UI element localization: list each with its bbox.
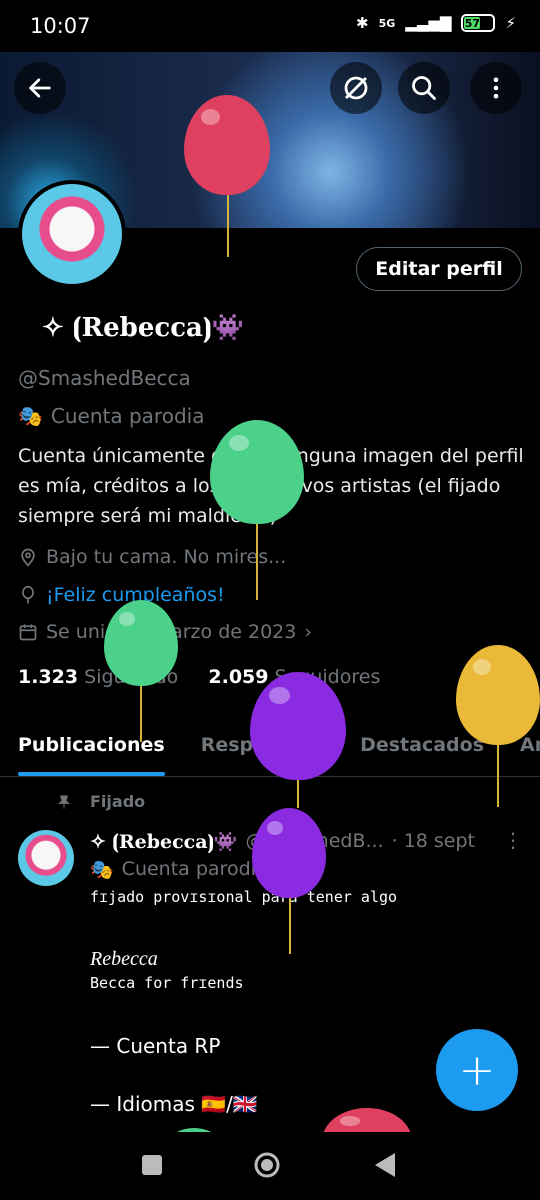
profile-avatar[interactable] [18, 180, 126, 288]
post-line-1: fɪjado provɪsɪonal para tener algo [90, 888, 398, 906]
post-line-2: Rebecca [90, 948, 158, 970]
battery-level: 57 [464, 16, 481, 30]
balloon-purple [250, 672, 346, 780]
balloon-yellow [456, 645, 540, 745]
display-name: ✧ ⦗Rebecca⦘👾 [42, 313, 244, 343]
edit-profile-button[interactable]: Editar perfil [356, 247, 522, 291]
username: @SmashedBecca [18, 366, 191, 390]
balloon-string [227, 195, 229, 257]
chevron-right-icon: › [304, 621, 312, 643]
balloon-string [497, 745, 499, 807]
status-time: 10:07 [30, 14, 91, 38]
balloon-red [184, 95, 270, 195]
mask-icon: 🎭 [18, 404, 43, 428]
post-line-5: — Idiomas 🇪🇸/🇬🇧 [90, 1092, 258, 1116]
signal-icon: ▂▃▅▇ [405, 14, 452, 32]
battery-icon: 57 [461, 14, 496, 32]
mask-icon: 🎭 [90, 859, 114, 881]
followers-count: 2.059 [208, 666, 269, 688]
system-nav-bar [0, 1132, 540, 1200]
following-count: 1.323 [18, 666, 79, 688]
post-line-4: — Cuenta RP [90, 1034, 221, 1058]
post-line-3: Becca for frɪends [90, 974, 244, 992]
location-text: Bajo tu cama. No mires... [46, 546, 287, 568]
parody-text: Cuenta parodia [50, 404, 205, 428]
pinned-text: Fijado [90, 792, 146, 811]
home-button[interactable] [253, 1151, 281, 1179]
pinned-label: Fijado [56, 792, 145, 811]
more-button[interactable] [470, 62, 522, 114]
plus-icon: + [458, 1044, 496, 1096]
post-avatar[interactable] [18, 830, 74, 886]
birthday[interactable]: ¡Feliz cumpleaños! [18, 584, 225, 606]
balloon-string [297, 780, 299, 808]
post-author-name[interactable]: ✧ ⦗Rebecca⦘👾 [90, 830, 238, 853]
balloon-green [104, 600, 178, 686]
balloon-green [210, 420, 304, 524]
balloon-string [256, 524, 258, 600]
slash-circle-icon [344, 76, 368, 100]
tab-posts[interactable]: Publicaciones [18, 720, 165, 776]
post-more-icon[interactable]: ⋮ [503, 828, 523, 852]
calendar-icon [19, 624, 37, 641]
recent-apps-button[interactable] [141, 1154, 163, 1176]
more-vertical-icon [493, 77, 499, 99]
bluetooth-icon: ✱ [356, 14, 369, 32]
balloon-icon [22, 585, 34, 604]
back-button[interactable] [14, 62, 66, 114]
arrow-left-icon [29, 78, 51, 98]
search-button[interactable] [398, 62, 450, 114]
location: Bajo tu cama. No mires... [18, 546, 286, 568]
post-date: · 18 sept [391, 830, 476, 852]
pin-icon [58, 795, 70, 809]
status-icons: ✱ 5G ▂▃▅▇ 57 ⚡ [356, 14, 516, 32]
balloon-string [140, 686, 142, 742]
post-parody-text: Cuenta parodia [121, 858, 268, 880]
parody-label: 🎭 Cuenta parodia [18, 404, 204, 428]
grok-button[interactable] [330, 62, 382, 114]
post-parody-label: 🎭 Cuenta parodia [90, 858, 268, 881]
location-icon [21, 548, 35, 567]
network-label: 5G [378, 16, 396, 30]
divider [0, 776, 540, 777]
balloon-purple [252, 808, 326, 898]
compose-button[interactable]: + [436, 1029, 518, 1111]
charging-icon: ⚡ [505, 14, 516, 32]
back-nav-button[interactable] [373, 1152, 397, 1178]
status-bar: 10:07 ✱ 5G ▂▃▅▇ 57 ⚡ [0, 0, 540, 52]
balloon-string [289, 898, 291, 954]
search-icon [412, 76, 436, 100]
